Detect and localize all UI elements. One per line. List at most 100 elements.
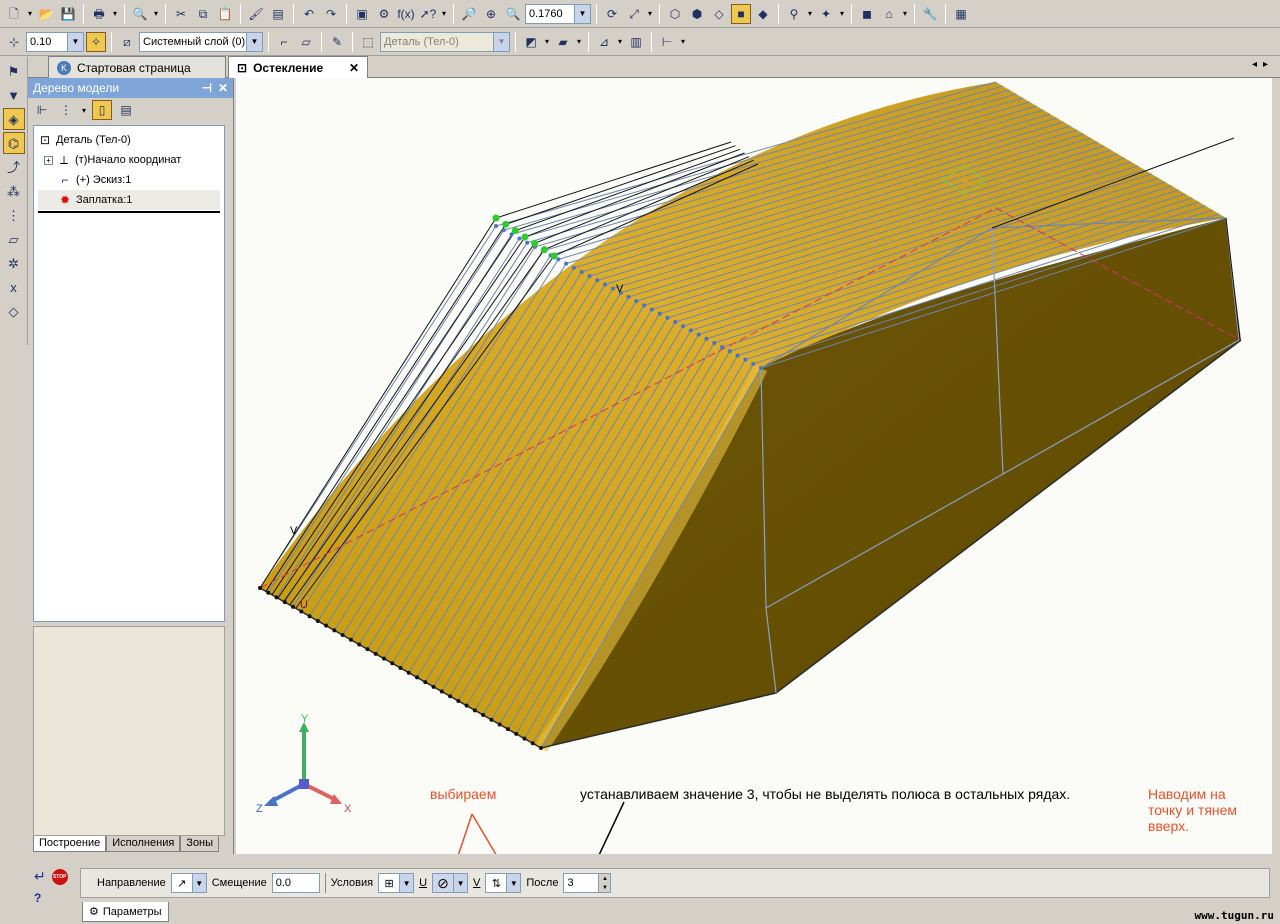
close-icon[interactable]: ✕ [218, 81, 228, 95]
direction-y-icon[interactable]: ↗ [170, 873, 193, 893]
control-point[interactable] [525, 240, 530, 245]
rotate-icon[interactable]: ⟳ [602, 4, 622, 24]
surface-edit-icon[interactable]: ⌬ [2, 132, 25, 154]
hidden-lines-icon[interactable]: ⬢ [687, 4, 707, 24]
perspective-icon[interactable]: ⚲ [784, 4, 804, 24]
control-point[interactable] [530, 741, 535, 746]
control-point[interactable] [481, 713, 486, 718]
chevron-down-icon[interactable]: ▼ [493, 32, 509, 51]
control-point[interactable] [556, 257, 561, 262]
tab-zones[interactable]: Зоны [180, 836, 220, 852]
control-point[interactable] [494, 224, 498, 228]
control-point[interactable] [324, 623, 329, 628]
control-point[interactable] [688, 328, 693, 333]
tab-versions[interactable]: Исполнения [106, 836, 181, 852]
dimension-dropdown-arrow[interactable]: ▾ [679, 37, 687, 46]
control-point[interactable] [472, 708, 477, 713]
tree-node-sketch[interactable]: ⌐ (+) Эскиз:1 [38, 170, 220, 190]
color-icon[interactable]: ⌂ [879, 4, 899, 24]
shaded-edges-icon[interactable]: ◆ [753, 4, 773, 24]
control-point[interactable] [681, 324, 686, 329]
tab-document[interactable]: ⊡ Остекление ✕ [228, 56, 368, 78]
dimension-icon[interactable]: ⊢ [657, 32, 677, 52]
help-icon[interactable]: ? [34, 891, 72, 905]
control-point[interactable] [564, 261, 569, 266]
tree-document-icon[interactable]: ▯ [92, 100, 112, 120]
paste-icon[interactable]: 📋 [215, 4, 235, 24]
plane-fill-icon[interactable]: ▰ [553, 32, 573, 52]
selected-control-point[interactable] [492, 214, 500, 222]
section-icon[interactable]: ▥ [626, 32, 646, 52]
variables-icon[interactable]: x [3, 276, 25, 298]
conditions-icon[interactable]: ⊞ [378, 873, 401, 893]
control-point[interactable] [657, 311, 662, 316]
snap-icon[interactable]: ✧ [86, 31, 106, 52]
control-point[interactable] [603, 282, 608, 287]
u-condition-picker[interactable]: ⊘ ▼ [432, 873, 469, 893]
control-point[interactable] [649, 307, 654, 312]
model-viewport[interactable]: V V U Y X Z выбираем устанавливаем значе… [236, 78, 1272, 854]
direction-picker[interactable]: ↗ ▼ [170, 873, 207, 893]
control-point[interactable] [522, 736, 527, 741]
control-point[interactable] [348, 637, 353, 642]
points-icon[interactable]: ⁂ [3, 180, 25, 202]
tree-structure-dropdown-arrow[interactable]: ▾ [80, 106, 88, 115]
measure-icon[interactable]: ⊿ [594, 32, 614, 52]
chevron-down-icon[interactable]: ▼ [400, 873, 415, 893]
control-point[interactable] [340, 633, 345, 638]
lighting-icon[interactable]: ✦ [816, 4, 836, 24]
tree-node-origin[interactable]: + ⟂ (т)Начало координат [38, 150, 220, 170]
orientation-icon[interactable]: ⤢ [624, 4, 644, 24]
control-point[interactable] [291, 604, 296, 609]
tools-icon[interactable]: 🔧 [920, 4, 940, 24]
control-point[interactable] [720, 345, 725, 350]
preview-dropdown-arrow[interactable]: ▾ [152, 9, 160, 18]
control-point[interactable] [274, 595, 279, 600]
part-icon[interactable]: ⬚ [358, 32, 378, 52]
control-point[interactable] [610, 286, 615, 291]
print-dropdown-arrow[interactable]: ▾ [111, 9, 119, 18]
apply-icon[interactable]: ↵ [34, 868, 46, 885]
undo-icon[interactable]: ↶ [299, 4, 319, 24]
selected-control-point[interactable] [502, 220, 510, 228]
sketch-icon[interactable]: ✎ [327, 32, 347, 52]
layout-icon[interactable]: ▦ [951, 4, 971, 24]
control-point[interactable] [406, 670, 411, 675]
help-dropdown-arrow[interactable]: ▾ [440, 9, 448, 18]
tab-build[interactable]: Построение [33, 836, 107, 852]
stop-icon[interactable]: STOP [51, 868, 68, 885]
no-entry-icon[interactable]: ⊘ [432, 873, 455, 893]
control-point[interactable] [456, 698, 461, 703]
tree-structure-icon[interactable]: ⋮ [56, 100, 76, 120]
conditions-picker[interactable]: ⊞ ▼ [378, 873, 415, 893]
orientation-dropdown-arrow[interactable]: ▾ [646, 9, 654, 18]
sheet-metal-icon[interactable]: ◇ [3, 300, 25, 322]
cursor-step-select[interactable]: 0.10 ▼ [26, 31, 84, 52]
aux-geometry-icon[interactable]: ▱ [3, 228, 25, 250]
control-point[interactable] [423, 680, 428, 685]
view-filter-icon[interactable]: ◩ [521, 32, 541, 52]
expand-icon[interactable]: + [44, 155, 53, 165]
format-painter-icon[interactable]: 🖌 [246, 4, 266, 24]
model-canvas[interactable]: V V U Y X Z [236, 78, 1272, 854]
chevron-down-icon[interactable]: ▼ [454, 873, 469, 893]
library-icon[interactable]: ⚙ [374, 4, 394, 24]
control-point[interactable] [735, 353, 740, 358]
after-stepper[interactable]: 3 ▲ ▼ [563, 873, 612, 893]
open-icon[interactable]: 📂 [36, 4, 56, 24]
control-point[interactable] [759, 366, 763, 370]
control-point[interactable] [634, 299, 639, 304]
offset-field[interactable]: 0.0 [271, 873, 320, 893]
control-point[interactable] [431, 684, 436, 689]
control-point[interactable] [626, 295, 631, 299]
control-point[interactable] [505, 727, 510, 732]
material-icon[interactable]: ◼ [857, 4, 877, 24]
chevron-down-icon[interactable]: ▼ [192, 873, 207, 893]
chevron-down-icon[interactable]: ▼ [246, 32, 262, 51]
tab-scroll-arrows[interactable]: ◂▸ [1252, 59, 1274, 70]
control-point[interactable] [357, 642, 362, 647]
down-arrow-icon[interactable]: ▼ [599, 883, 610, 892]
control-point[interactable] [373, 651, 378, 656]
array-icon[interactable]: ⋮ [3, 204, 25, 226]
control-point[interactable] [751, 361, 756, 366]
